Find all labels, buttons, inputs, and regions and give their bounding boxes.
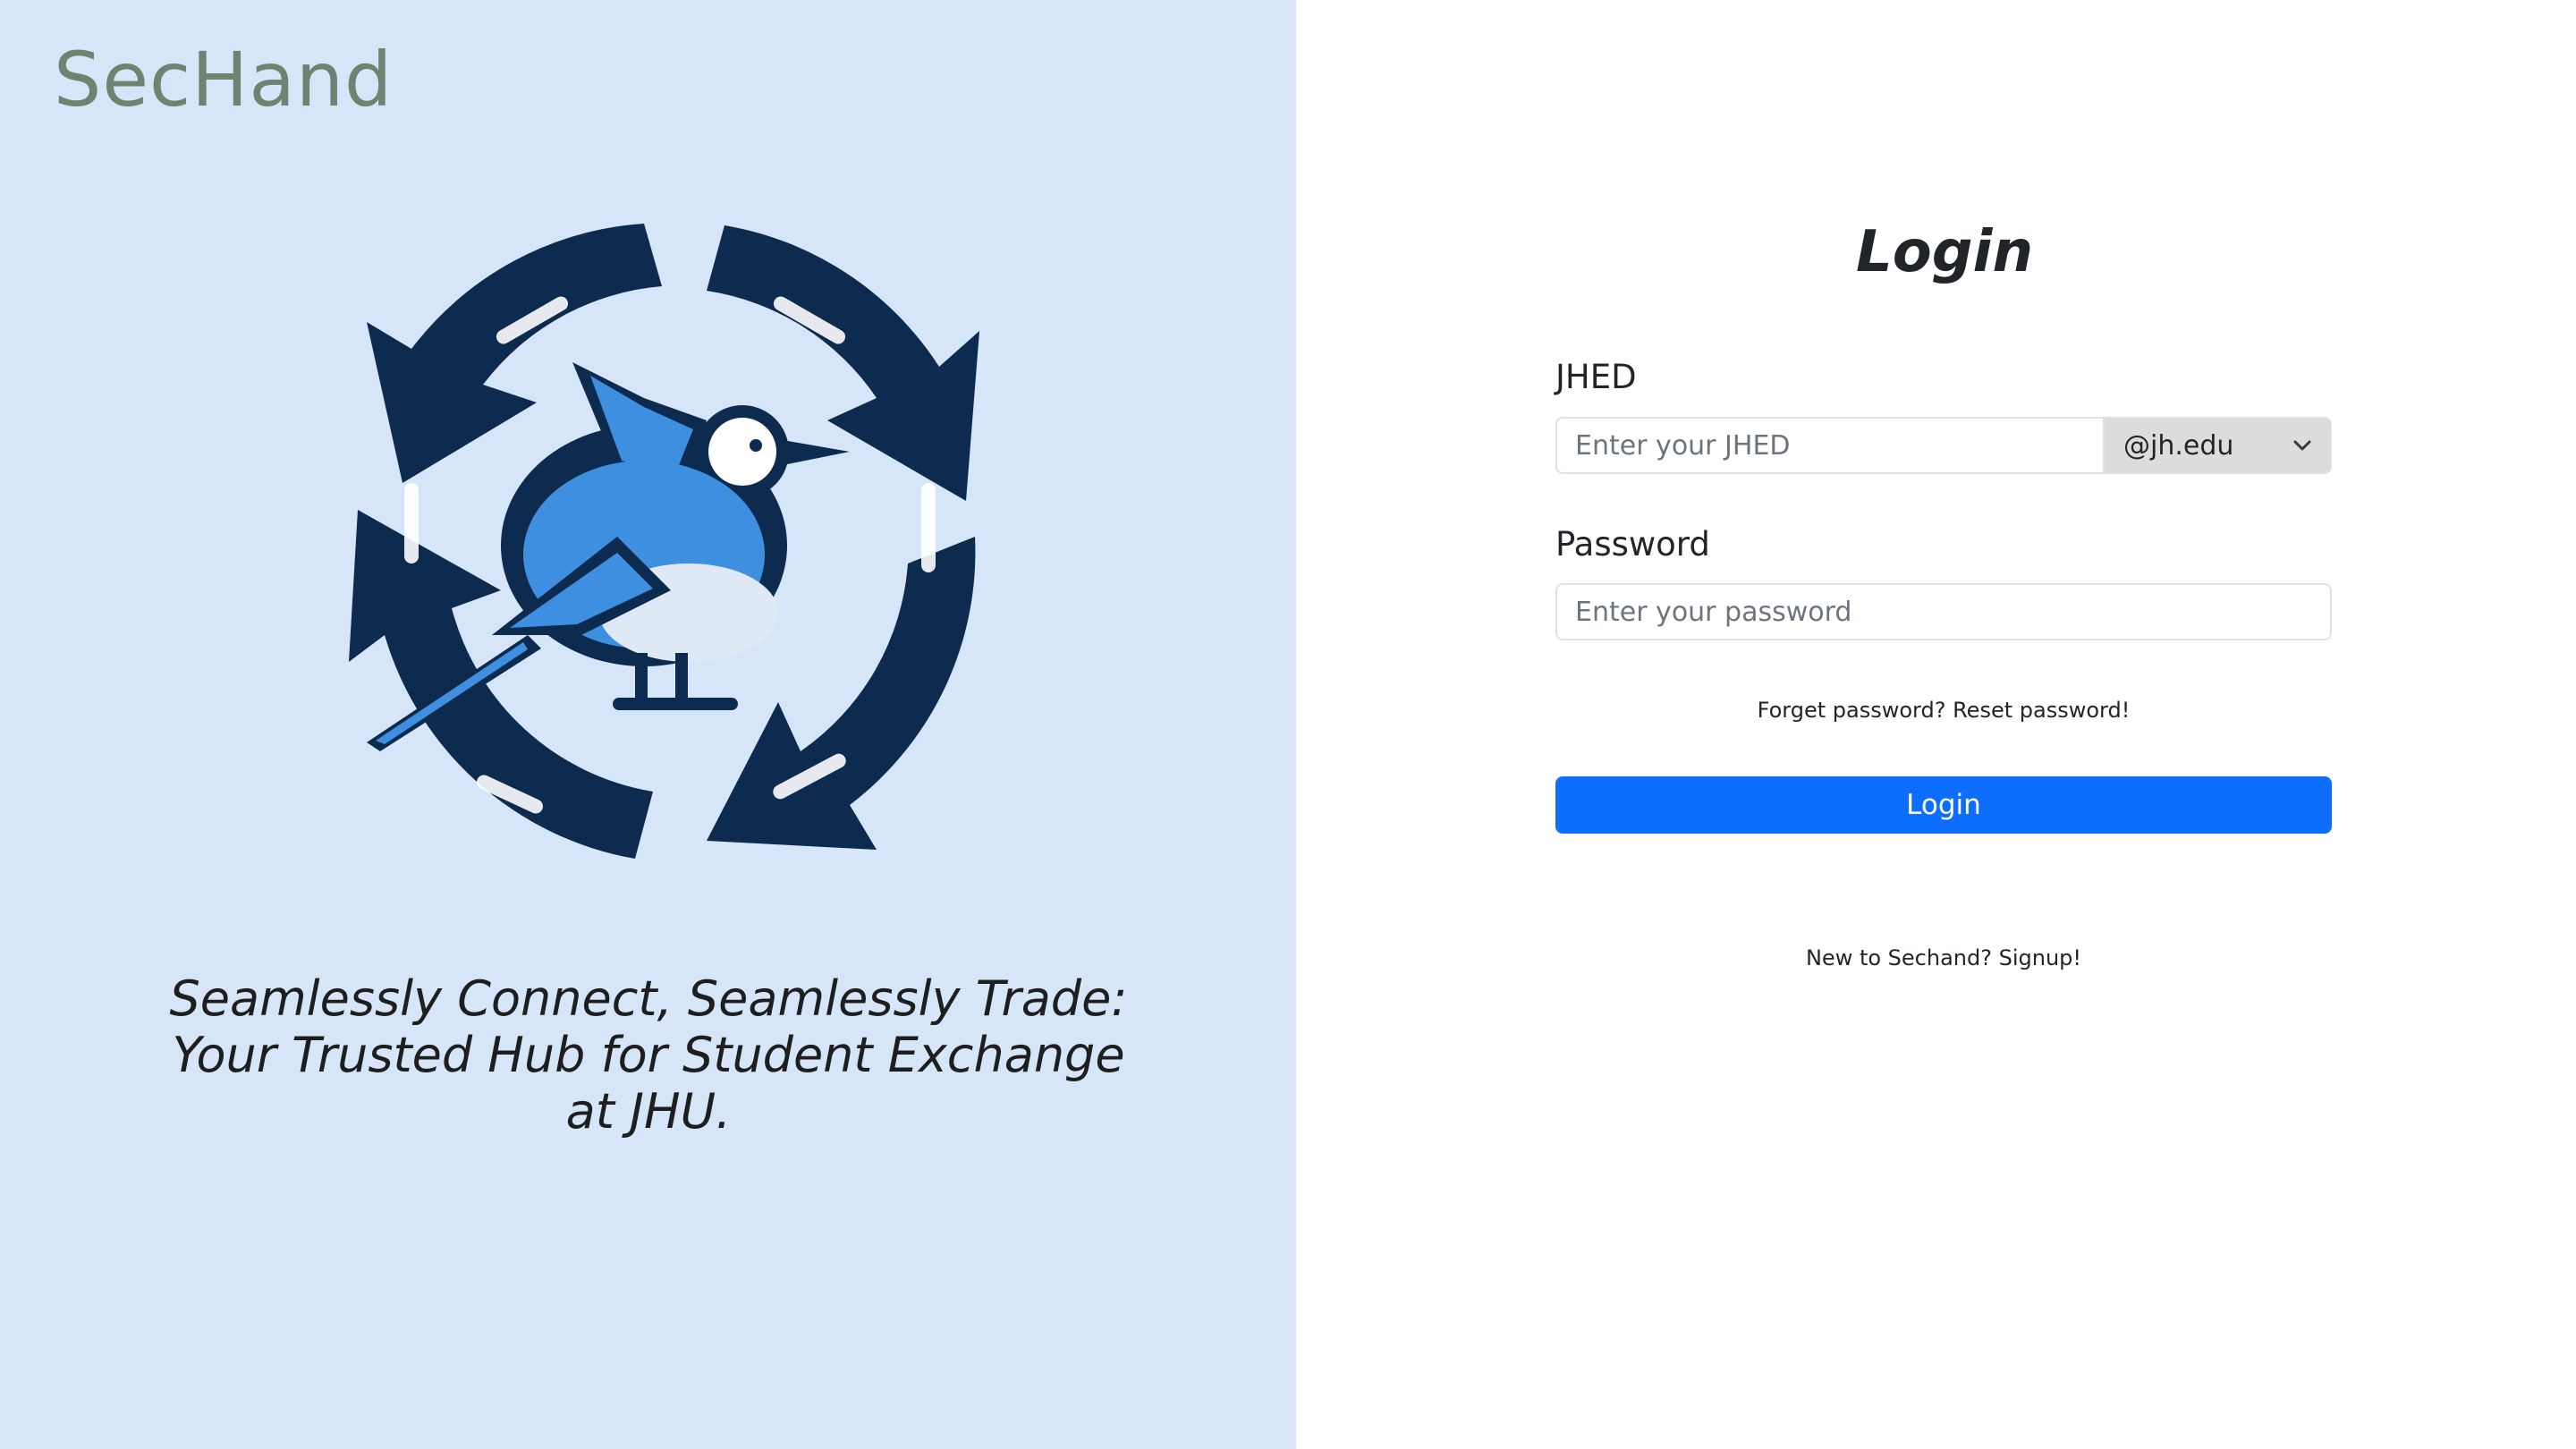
blue-jay-recycle-icon (349, 224, 979, 859)
jhed-label: JHED (1555, 358, 1637, 396)
tagline-line-2: Your Trusted Hub for Student Exchange (172, 1027, 1125, 1083)
login-button[interactable]: Login (1555, 776, 2332, 834)
hero-panel: SecHand Seamlessly Connect, Seamlessly T… (0, 0, 1296, 1449)
page-title: Login (1855, 219, 2034, 285)
chevron-down-icon (2293, 440, 2311, 451)
login-panel (1296, 0, 2576, 1449)
domain-select-value: @jh.edu (2123, 429, 2234, 462)
reset-password-link[interactable]: Forget password? Reset password! (1555, 698, 2332, 723)
jhed-input[interactable] (1555, 417, 2105, 474)
domain-select[interactable]: @jh.edu (2104, 417, 2332, 474)
tagline-line-3: at JHU. (565, 1083, 732, 1140)
tagline-line-1: Seamlessly Connect, Seamlessly Trade: (169, 970, 1128, 1027)
password-label: Password (1555, 525, 1710, 564)
signup-link[interactable]: New to Sechand? Signup! (1555, 945, 2332, 970)
password-input[interactable] (1555, 583, 2332, 640)
tagline: Seamlessly Connect, Seamlessly Trade: Yo… (134, 970, 1163, 1140)
brand-logo-text: SecHand (54, 36, 394, 123)
